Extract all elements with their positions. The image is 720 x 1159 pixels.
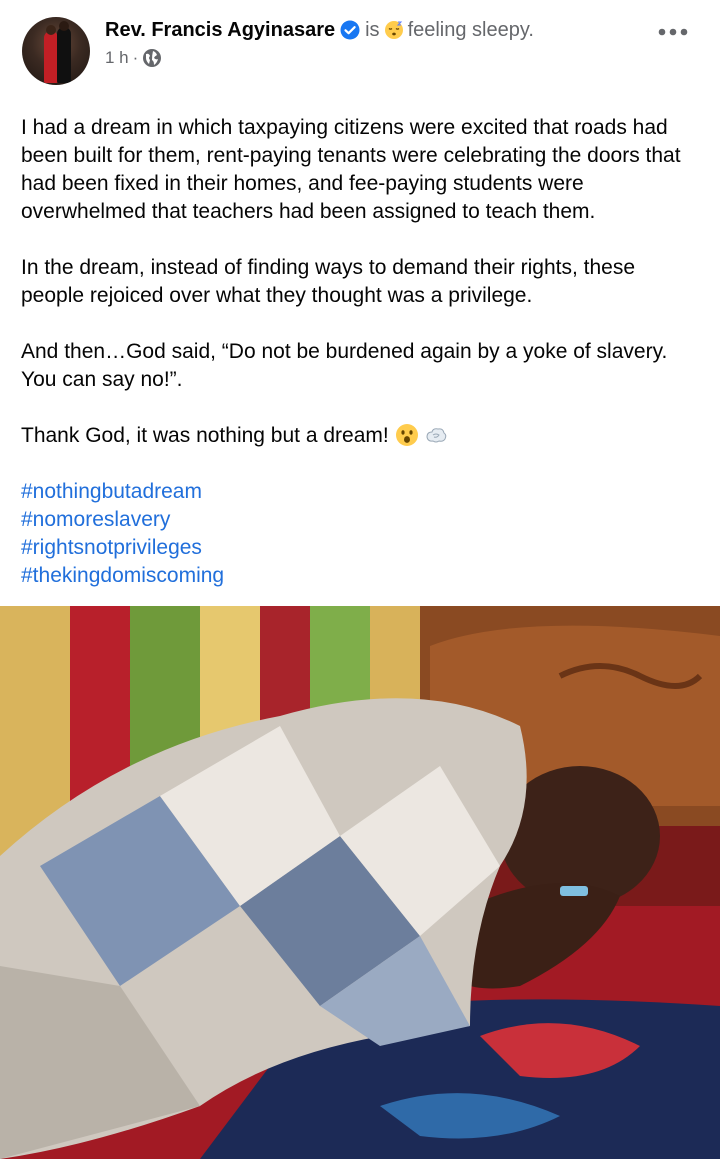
author-avatar[interactable] [22, 17, 90, 85]
hashtag-list: #nothingbutadream #nomoreslavery #rights… [21, 478, 701, 590]
hashtag-link[interactable]: #nomoreslavery [21, 506, 701, 534]
meta-separator: · [132, 48, 139, 67]
hashtag-link[interactable]: #rightsnotprivileges [21, 534, 701, 562]
post-timestamp[interactable]: 1 h [105, 48, 129, 68]
author-line: Rev. Francis Agyinasare is feeling sleep… [105, 16, 534, 44]
closing-text: Thank God, it was nothing but a dream! [21, 424, 389, 447]
hashtag-link[interactable]: #nothingbutadream [21, 478, 701, 506]
post-meta: 1 h · [105, 48, 162, 68]
activity-connector: is [365, 19, 380, 41]
more-options-icon[interactable] [658, 22, 688, 42]
astonished-face-emoji-icon [395, 424, 418, 446]
author-name[interactable]: Rev. Francis Agyinasare [105, 16, 335, 44]
post-body: I had a dream in which taxpaying citizen… [21, 114, 701, 590]
post-closing-line: Thank God, it was nothing but a dream! [21, 422, 701, 450]
verified-badge-icon [340, 20, 360, 40]
post-paragraph: I had a dream in which taxpaying citizen… [21, 116, 681, 223]
globe-icon[interactable] [142, 48, 162, 68]
hashtag-link[interactable]: #thekingdomiscoming [21, 562, 701, 590]
post-paragraph: And then…God said, “Do not be burdened a… [21, 340, 668, 391]
post-header: Rev. Francis Agyinasare is feeling sleep… [0, 0, 720, 100]
feeling-text[interactable]: feeling sleepy. [408, 16, 534, 44]
dash-emoji-icon [426, 428, 447, 443]
post-paragraph: In the dream, instead of finding ways to… [21, 256, 636, 307]
post-photo[interactable] [0, 606, 720, 1159]
sleepy-emoji-icon [384, 21, 403, 39]
